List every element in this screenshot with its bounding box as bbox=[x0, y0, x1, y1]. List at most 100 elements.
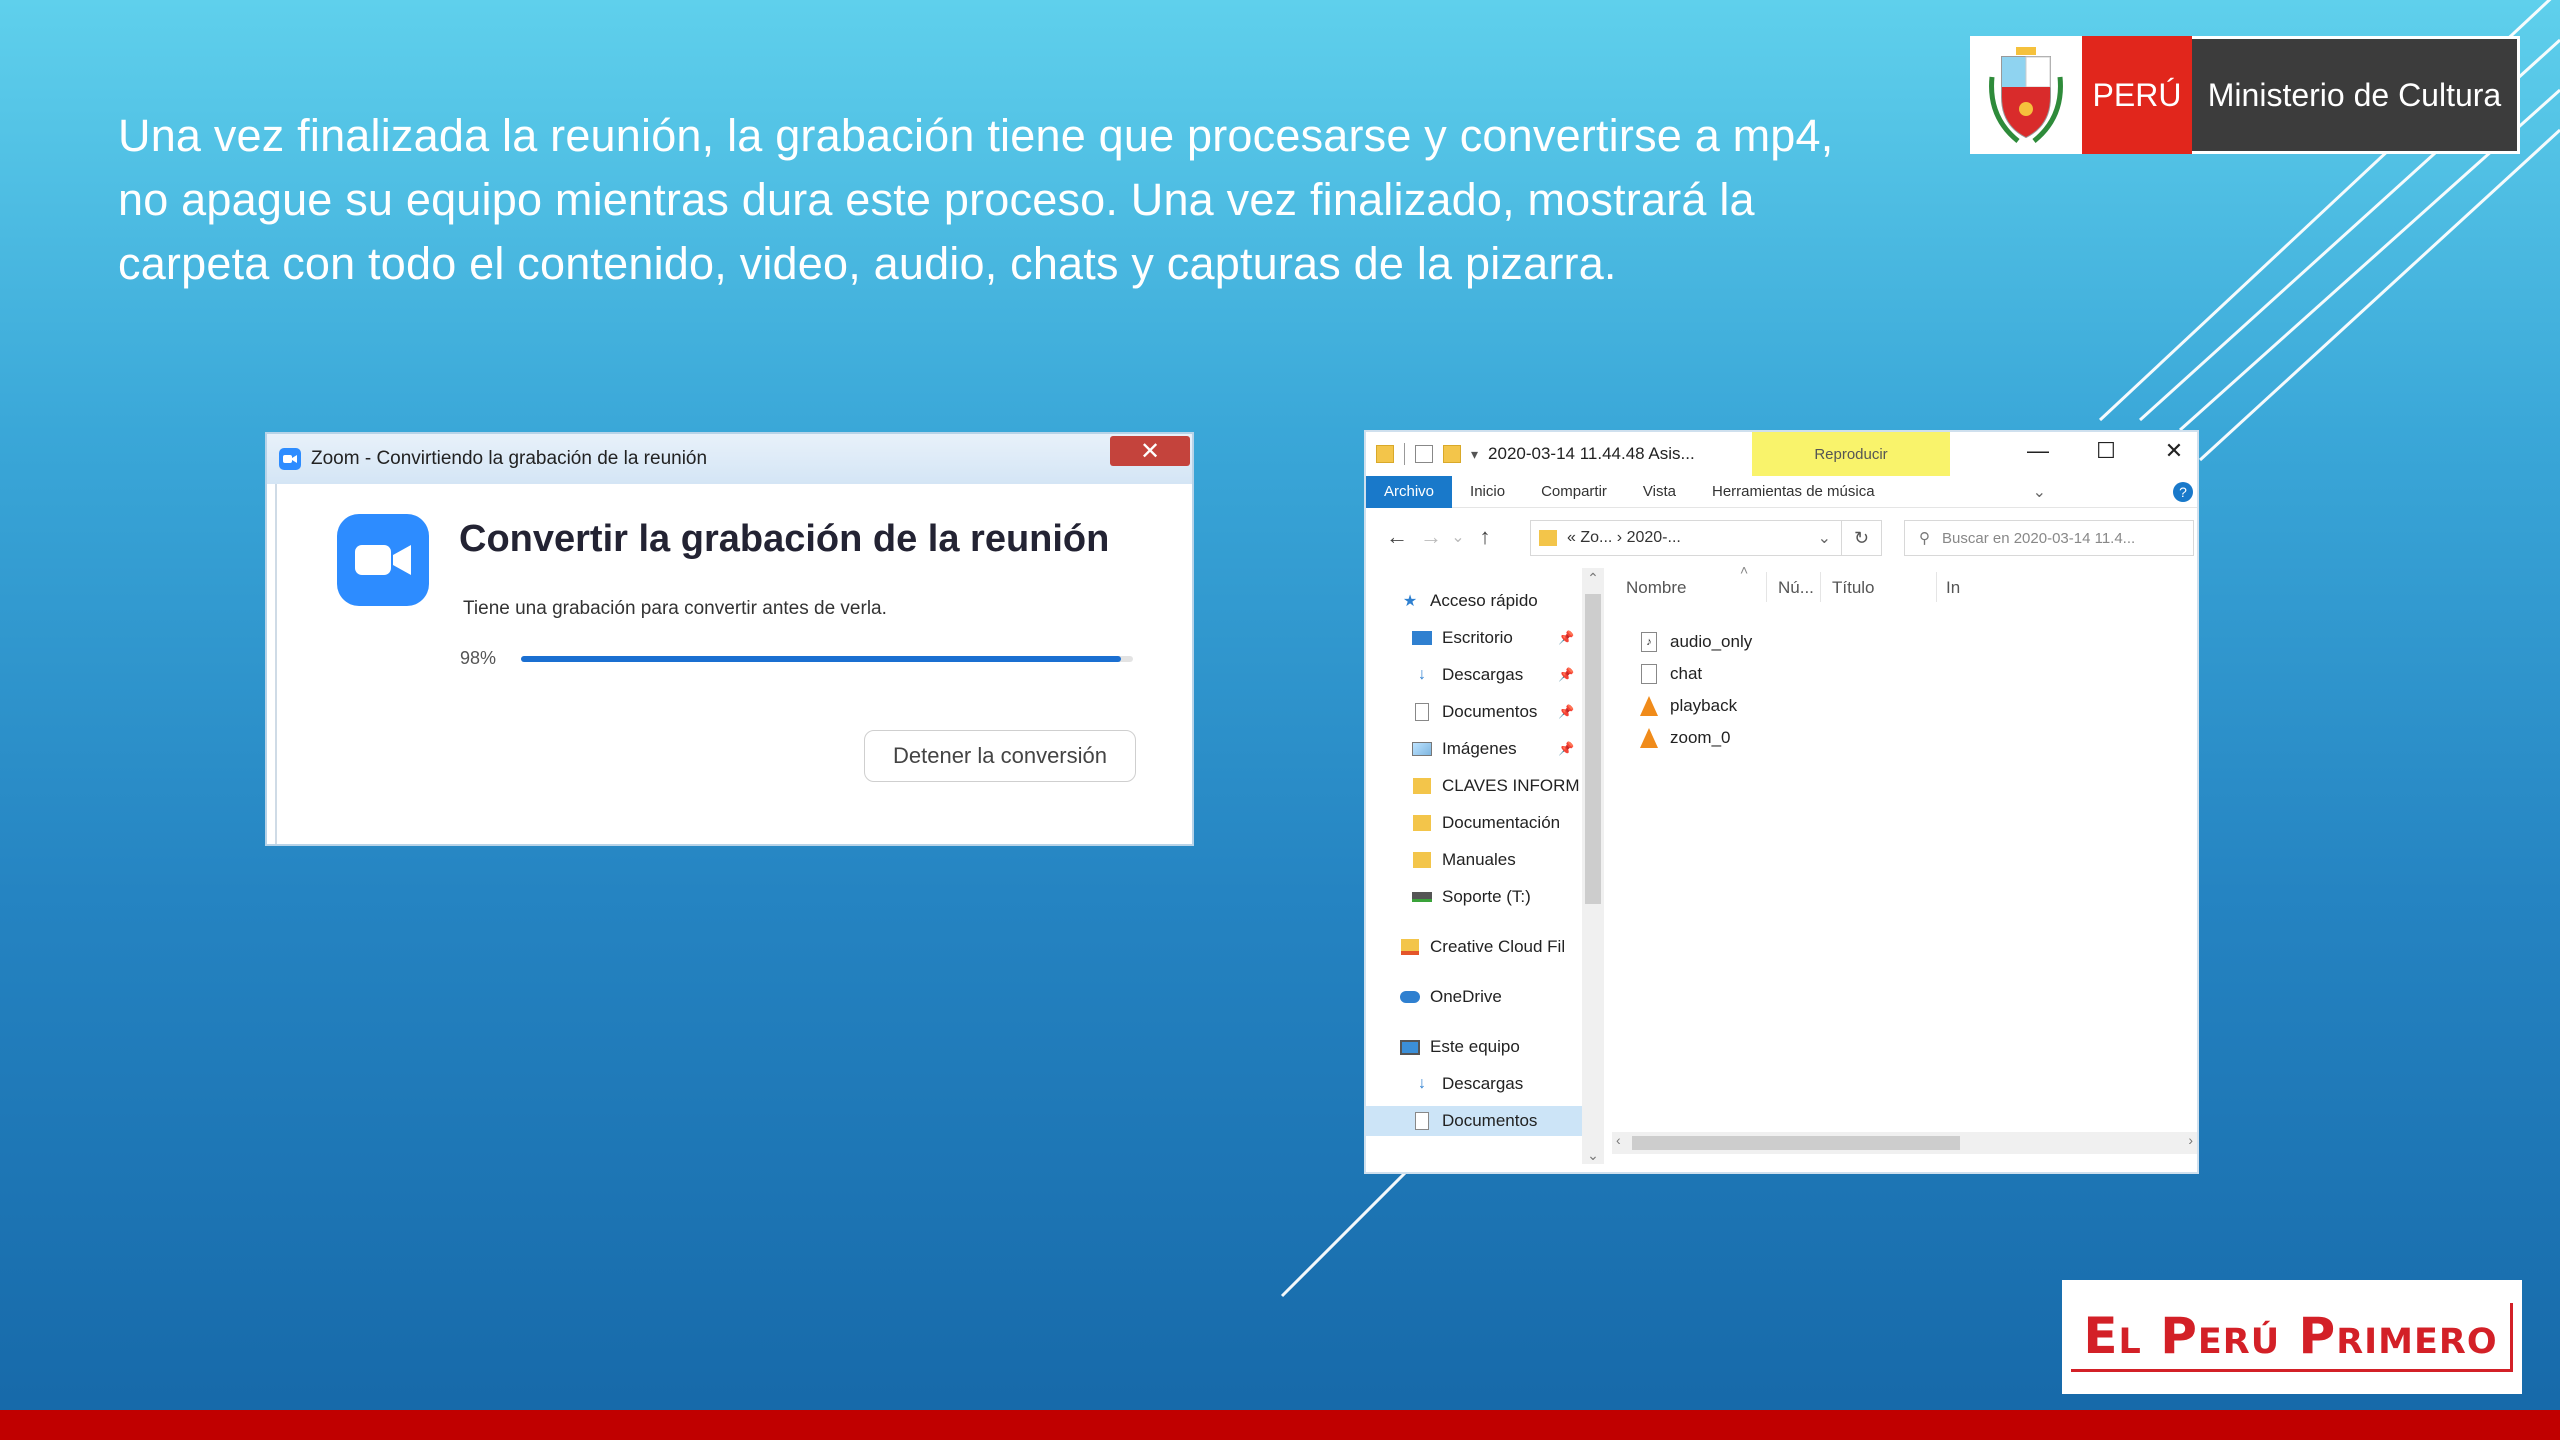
file-name: chat bbox=[1670, 664, 1703, 683]
nav-item-descargas-equipo[interactable]: ↓ Descargas bbox=[1412, 1069, 1523, 1099]
refresh-button[interactable]: ↻ bbox=[1842, 520, 1882, 556]
tab-herramientas-musica[interactable]: Herramientas de música bbox=[1694, 476, 1893, 508]
nav-item-label: OneDrive bbox=[1430, 987, 1502, 1006]
new-folder-icon[interactable] bbox=[1443, 445, 1461, 463]
nav-item-documentos-equipo[interactable]: Documentos bbox=[1366, 1106, 1582, 1136]
nav-item-label: Escritorio bbox=[1442, 628, 1513, 647]
address-path-text: « Zo... › 2020-... bbox=[1567, 529, 1681, 546]
zoom-convert-dialog: Zoom - Convirtiendo la grabación de la r… bbox=[267, 434, 1192, 844]
nav-item-label: Descargas bbox=[1442, 665, 1524, 684]
scrollbar-thumb[interactable] bbox=[1585, 594, 1601, 904]
peru-coat-of-arms-icon bbox=[1970, 36, 2082, 154]
column-header-nombre[interactable]: Nombre bbox=[1626, 578, 1686, 598]
nav-item-este-equipo[interactable]: Este equipo bbox=[1400, 1032, 1520, 1062]
el-peru-primero-logo: El Perú Primero bbox=[2062, 1280, 2522, 1394]
tab-archivo[interactable]: Archivo bbox=[1366, 475, 1453, 508]
el-peru-primero-text: El Perú Primero bbox=[2071, 1302, 2513, 1372]
audio-file-icon: ♪ bbox=[1640, 632, 1658, 652]
nav-item-documentos[interactable]: Documentos 📌 bbox=[1412, 697, 1574, 727]
progress-percent: 98% bbox=[460, 648, 497, 668]
nav-item-label: Este equipo bbox=[1430, 1037, 1520, 1056]
tab-reproducir[interactable]: Reproducir bbox=[1752, 432, 1950, 476]
network-drive-icon bbox=[1412, 888, 1432, 906]
text-file-icon bbox=[1640, 664, 1658, 684]
address-bar-row: ← → ⌄ ↑ « Zo... › 2020-... ⌄ ↻ ⚲ Buscar … bbox=[1366, 508, 2197, 566]
expand-ribbon-icon[interactable]: ⌄ bbox=[2033, 482, 2046, 502]
nav-item-documentacion[interactable]: Documentación bbox=[1412, 808, 1560, 838]
file-name: audio_only bbox=[1670, 632, 1753, 651]
scroll-down-icon[interactable]: ⌄ bbox=[1582, 1147, 1604, 1164]
tab-inicio[interactable]: Inicio bbox=[1452, 476, 1523, 508]
file-row-playback[interactable]: playback bbox=[1640, 692, 1737, 720]
nav-item-claves-inform[interactable]: CLAVES INFORM bbox=[1412, 771, 1580, 801]
folder-icon bbox=[1412, 777, 1432, 795]
help-icon[interactable]: ? bbox=[2173, 481, 2193, 502]
maximize-button[interactable]: ☐ bbox=[2086, 438, 2126, 464]
search-placeholder: Buscar en 2020-03-14 11.4... bbox=[1942, 529, 2136, 547]
search-icon: ⚲ bbox=[1919, 530, 1930, 547]
vlc-icon bbox=[1640, 728, 1658, 748]
close-window-button[interactable]: ✕ bbox=[2154, 438, 2194, 464]
stop-conversion-button[interactable]: Detener la conversión bbox=[864, 730, 1136, 782]
zoom-dialog-title: Zoom - Convirtiendo la grabación de la r… bbox=[311, 448, 708, 469]
column-header-in[interactable]: In bbox=[1946, 578, 1960, 598]
folder-icon bbox=[1376, 445, 1394, 463]
pin-icon: 📌 bbox=[1558, 667, 1575, 682]
zoom-app-icon bbox=[279, 448, 301, 470]
column-header-titulo[interactable]: Título bbox=[1832, 578, 1875, 598]
sort-ascending-icon: ˄ bbox=[1740, 562, 1749, 578]
file-name: zoom_0 bbox=[1670, 728, 1731, 747]
zoom-dialog-body: Convertir la grabación de la reunión Tie… bbox=[275, 484, 1192, 844]
file-name: playback bbox=[1670, 696, 1738, 715]
up-button[interactable]: ↑ bbox=[1468, 524, 1502, 550]
nav-pane-scrollbar[interactable]: ⌃ ⌄ bbox=[1582, 568, 1604, 1164]
nav-item-label: CLAVES INFORM bbox=[1442, 776, 1580, 795]
recent-locations-button[interactable]: ⌄ bbox=[1448, 527, 1468, 547]
nav-item-imagenes[interactable]: Imágenes 📌 bbox=[1412, 734, 1574, 764]
explorer-titlebar: ▾ 2020-03-14 11.44.48 Asis... Reproducir… bbox=[1366, 432, 2197, 476]
file-list-horizontal-scrollbar[interactable]: ‹ › bbox=[1612, 1132, 2197, 1154]
nav-item-acceso-rapido[interactable]: ★ Acceso rápido bbox=[1400, 586, 1538, 616]
image-icon bbox=[1412, 740, 1432, 758]
file-row-zoom-0[interactable]: zoom_0 bbox=[1640, 724, 1730, 752]
properties-icon[interactable] bbox=[1415, 445, 1433, 463]
separator bbox=[1404, 443, 1405, 465]
zoom-camera-icon bbox=[337, 514, 429, 606]
conversion-progress-bar bbox=[521, 656, 1133, 662]
download-icon: ↓ bbox=[1418, 666, 1426, 683]
nav-item-manuales[interactable]: Manuales bbox=[1412, 845, 1516, 875]
nav-item-soporte[interactable]: Soporte (T:) bbox=[1412, 882, 1531, 912]
folder-icon bbox=[1539, 530, 1557, 546]
nav-item-onedrive[interactable]: OneDrive bbox=[1400, 982, 1502, 1012]
slide-body-text: Una vez finalizada la reunión, la grabac… bbox=[118, 110, 1834, 289]
forward-button[interactable]: → bbox=[1414, 524, 1448, 550]
pin-icon: 📌 bbox=[1558, 704, 1575, 719]
scroll-left-icon[interactable]: ‹ bbox=[1616, 1132, 1621, 1148]
back-button[interactable]: ← bbox=[1380, 524, 1414, 550]
close-button[interactable]: ✕ bbox=[1110, 436, 1190, 466]
zoom-dialog-titlebar: Zoom - Convirtiendo la grabación de la r… bbox=[267, 434, 1192, 484]
scroll-up-icon[interactable]: ⌃ bbox=[1582, 570, 1604, 587]
tab-compartir[interactable]: Compartir bbox=[1523, 476, 1625, 508]
folder-icon bbox=[1412, 851, 1432, 869]
scrollbar-thumb[interactable] bbox=[1632, 1136, 1960, 1150]
quick-access-dropdown-icon[interactable]: ▾ bbox=[1471, 446, 1478, 463]
search-input[interactable]: ⚲ Buscar en 2020-03-14 11.4... bbox=[1904, 520, 2194, 556]
tab-vista[interactable]: Vista bbox=[1625, 476, 1694, 508]
pin-icon: 📌 bbox=[1558, 741, 1575, 756]
nav-item-creative-cloud[interactable]: Creative Cloud Fil bbox=[1400, 932, 1565, 962]
nav-item-label: Descargas bbox=[1442, 1074, 1524, 1093]
file-row-audio-only[interactable]: ♪ audio_only bbox=[1640, 628, 1752, 656]
nav-item-descargas[interactable]: ↓ Descargas 📌 bbox=[1412, 660, 1574, 690]
file-row-chat[interactable]: chat bbox=[1640, 660, 1702, 688]
scroll-right-icon[interactable]: › bbox=[2188, 1132, 2193, 1148]
nav-item-escritorio[interactable]: Escritorio 📌 bbox=[1412, 623, 1574, 653]
peru-label: PERÚ bbox=[2082, 36, 2192, 154]
address-path[interactable]: « Zo... › 2020-... ⌄ bbox=[1530, 520, 1842, 556]
nav-item-label: Documentos bbox=[1442, 702, 1538, 721]
minimize-button[interactable]: — bbox=[2018, 438, 2058, 464]
path-dropdown-icon[interactable]: ⌄ bbox=[1818, 528, 1831, 548]
nav-item-label: Imágenes bbox=[1442, 739, 1517, 758]
column-header-numero[interactable]: Nú... bbox=[1778, 578, 1814, 598]
ministry-label: Ministerio de Cultura bbox=[2192, 36, 2520, 154]
